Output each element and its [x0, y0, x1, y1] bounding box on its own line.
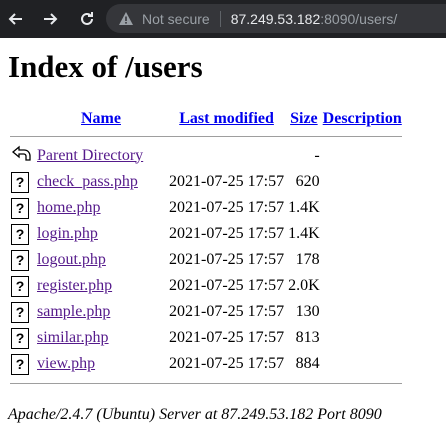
back-arrow-icon[interactable]: [4, 8, 26, 30]
unknown-file-icon: ?: [11, 275, 29, 297]
icon-column-header: [10, 108, 34, 129]
icon-cell: ?: [10, 326, 34, 350]
size-cell: 1.4K: [288, 199, 320, 216]
icon-cell: ?: [10, 300, 34, 324]
warning-triangle-icon[interactable]: [118, 11, 134, 27]
file-link[interactable]: logout.php: [37, 251, 106, 268]
modified-cell: 2021-07-25 17:57: [169, 173, 285, 190]
description-column-header: Description: [323, 108, 402, 129]
description-cell: [323, 326, 402, 350]
modified-cell: 2021-07-25 17:57: [169, 329, 285, 346]
modified-cell: 2021-07-25 17:57: [169, 225, 285, 242]
table-header-row: Name Last modified Size Description: [10, 108, 402, 129]
sort-by-name-link[interactable]: Name: [81, 110, 121, 127]
modified-cell: 2021-07-25 17:57: [169, 251, 285, 268]
table-row: ? home.php 2021-07-25 17:57 1.4K: [10, 196, 402, 220]
icon-cell: ?: [10, 248, 34, 272]
page-title: Index of /users: [8, 49, 203, 84]
sort-by-description-link[interactable]: Description: [323, 110, 402, 127]
size-cell: 178: [295, 251, 320, 268]
server-signature: Apache/2.4.7 (Ubuntu) Server at 87.249.5…: [8, 406, 382, 423]
directory-listing: Name Last modified Size Description Pare…: [8, 106, 404, 390]
table-row: ? view.php 2021-07-25 17:57 884: [10, 352, 402, 376]
unknown-file-icon: ?: [11, 353, 29, 375]
description-cell: [323, 352, 402, 376]
forward-arrow-icon[interactable]: [40, 8, 62, 30]
table-row: ? register.php 2021-07-25 17:57 2.0K: [10, 274, 402, 298]
back-folder-icon: [10, 143, 34, 168]
description-cell: [323, 248, 402, 272]
unknown-file-icon: ?: [11, 327, 29, 349]
size-cell: 884: [295, 355, 320, 372]
modified-cell: 2021-07-25 17:57: [169, 277, 285, 294]
icon-cell: ?: [10, 196, 34, 220]
parent-modified-cell: [168, 143, 285, 168]
file-name-cell: logout.php: [36, 248, 166, 272]
modified-cell: 2021-07-25 17:57: [169, 303, 285, 320]
parent-directory-row: Parent Directory -: [10, 143, 402, 168]
file-name-cell: register.php: [36, 274, 166, 298]
table-row: ? sample.php 2021-07-25 17:57 130: [10, 300, 402, 324]
size-cell: 1.4K: [288, 225, 320, 242]
file-link[interactable]: check_pass.php: [37, 173, 138, 190]
size-cell: 620: [295, 173, 320, 190]
url-host[interactable]: 87.249.53.182: [231, 11, 321, 27]
file-name-cell: view.php: [36, 352, 166, 376]
file-link[interactable]: similar.php: [37, 329, 109, 346]
divider: [219, 10, 221, 27]
icon-cell: ?: [10, 170, 34, 194]
size-cell: 130: [295, 303, 320, 320]
header-divider: [10, 131, 402, 141]
size-cell: 813: [295, 329, 320, 346]
icon-cell: ?: [10, 222, 34, 246]
file-name-cell: home.php: [36, 196, 166, 220]
icon-cell: ?: [10, 274, 34, 298]
file-name-cell: similar.php: [36, 326, 166, 350]
address-bar[interactable]: Not secure 87.249.53.182:8090/users/: [106, 4, 446, 33]
file-link[interactable]: view.php: [37, 355, 95, 372]
size-cell: 2.0K: [288, 277, 320, 294]
reload-icon[interactable]: [76, 8, 98, 30]
file-link[interactable]: register.php: [37, 277, 112, 294]
unknown-file-icon: ?: [11, 171, 29, 193]
modified-cell: 2021-07-25 17:57: [169, 199, 285, 216]
unknown-file-icon: ?: [11, 249, 29, 271]
file-link[interactable]: sample.php: [37, 303, 110, 320]
table-row: ? login.php 2021-07-25 17:57 1.4K: [10, 222, 402, 246]
sort-by-modified-link[interactable]: Last modified: [179, 110, 274, 127]
table-row: ? check_pass.php 2021-07-25 17:57 620: [10, 170, 402, 194]
parent-directory-cell: Parent Directory: [36, 143, 166, 168]
description-cell: [323, 274, 402, 298]
sort-by-size-link[interactable]: Size: [290, 110, 318, 127]
size-column-header: Size: [287, 108, 321, 129]
url-path[interactable]: :8090/users/: [320, 11, 397, 27]
unknown-file-icon: ?: [11, 301, 29, 323]
parent-size-cell: -: [314, 146, 320, 164]
file-link[interactable]: login.php: [37, 225, 98, 242]
parent-directory-link[interactable]: Parent Directory: [37, 147, 143, 164]
description-cell: [323, 222, 402, 246]
browser-toolbar: Not secure 87.249.53.182:8090/users/: [0, 0, 446, 38]
modified-cell: 2021-07-25 17:57: [169, 355, 285, 372]
footer-divider: [10, 378, 402, 388]
description-cell: [323, 300, 402, 324]
security-label[interactable]: Not secure: [142, 11, 210, 27]
unknown-file-icon: ?: [11, 223, 29, 245]
file-link[interactable]: home.php: [37, 199, 101, 216]
modified-column-header: Last modified: [168, 108, 285, 129]
table-row: ? logout.php 2021-07-25 17:57 178: [10, 248, 402, 272]
description-cell: [323, 196, 402, 220]
table-row: ? similar.php 2021-07-25 17:57 813: [10, 326, 402, 350]
file-name-cell: sample.php: [36, 300, 166, 324]
name-column-header: Name: [36, 108, 166, 129]
file-name-cell: check_pass.php: [36, 170, 166, 194]
description-cell: [323, 170, 402, 194]
icon-cell: ?: [10, 352, 34, 376]
parent-description-cell: [323, 143, 402, 168]
file-name-cell: login.php: [36, 222, 166, 246]
unknown-file-icon: ?: [11, 197, 29, 219]
